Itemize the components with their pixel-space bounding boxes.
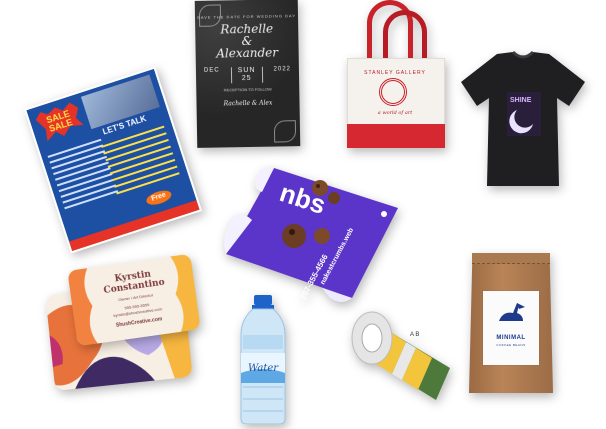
invite-day: 25 xyxy=(241,74,252,83)
tote-brand: STANLEY GALLERY xyxy=(364,70,426,76)
flyer-footer-band xyxy=(69,200,200,252)
tshirt-shine-text: SHINE xyxy=(510,97,532,104)
tote-bottom-band xyxy=(347,124,445,148)
invite-year: 2022 xyxy=(273,66,291,73)
tote-tagline: a world of art xyxy=(377,110,413,116)
pouch-zip xyxy=(472,253,550,264)
floral-ornament-icon xyxy=(273,120,297,143)
water-bottle: Water xyxy=(233,295,293,425)
invite-day-block: SUN 25 xyxy=(230,66,263,84)
tshirt: SHINE xyxy=(457,48,589,190)
wedding-invitation: SAVE THE DATE FOR WEDDING DAY Rachelle &… xyxy=(194,0,301,148)
bottle-graphic: Water xyxy=(240,295,286,425)
invite-name-2: Alexander xyxy=(216,45,279,61)
sticker-letters: A B xyxy=(410,332,419,338)
coffee-pouch: MINIMAL COFFEE BEANS xyxy=(469,253,553,393)
burst-text: SALE SALE xyxy=(45,108,74,134)
pouch-brand: MINIMAL xyxy=(496,335,526,341)
invite-weekday: SUN xyxy=(237,66,256,75)
invite-signature: Rachelle & Alex xyxy=(223,99,273,108)
invite-date-row: DEC SUN 25 2022 xyxy=(196,66,299,84)
pouch-label: MINIMAL COFFEE BEANS xyxy=(483,291,539,365)
sticker-roll-graphic: A B xyxy=(351,311,450,400)
tote-bag: STANLEY GALLERY a world of art xyxy=(343,0,447,148)
bottle-label-text: Water xyxy=(248,363,279,374)
tshirt-graphic: SHINE xyxy=(461,50,585,186)
sale-burst: SALE SALE xyxy=(34,101,85,143)
rabbit-icon xyxy=(499,303,525,321)
invite-venue: RECEPTION TO FOLLOW xyxy=(223,86,272,93)
tote-logo-icon xyxy=(379,78,407,106)
banner-graphic: nbs nakestcrumbs.web 207-355-4566 xyxy=(224,167,398,302)
flyer-free-badge: Free xyxy=(144,187,174,208)
flyer-product: SALE SALE LET'S TALK Free xyxy=(23,66,203,254)
pouch-subtitle: COFFEE BEANS xyxy=(496,343,526,347)
sticker-roll: A B xyxy=(350,306,454,406)
invite-top-text: SAVE THE DATE FOR WEDDING DAY xyxy=(197,13,297,20)
vinyl-banner: nbs nakestcrumbs.web 207-355-4566 xyxy=(222,158,402,308)
invite-month: DEC xyxy=(203,67,220,74)
